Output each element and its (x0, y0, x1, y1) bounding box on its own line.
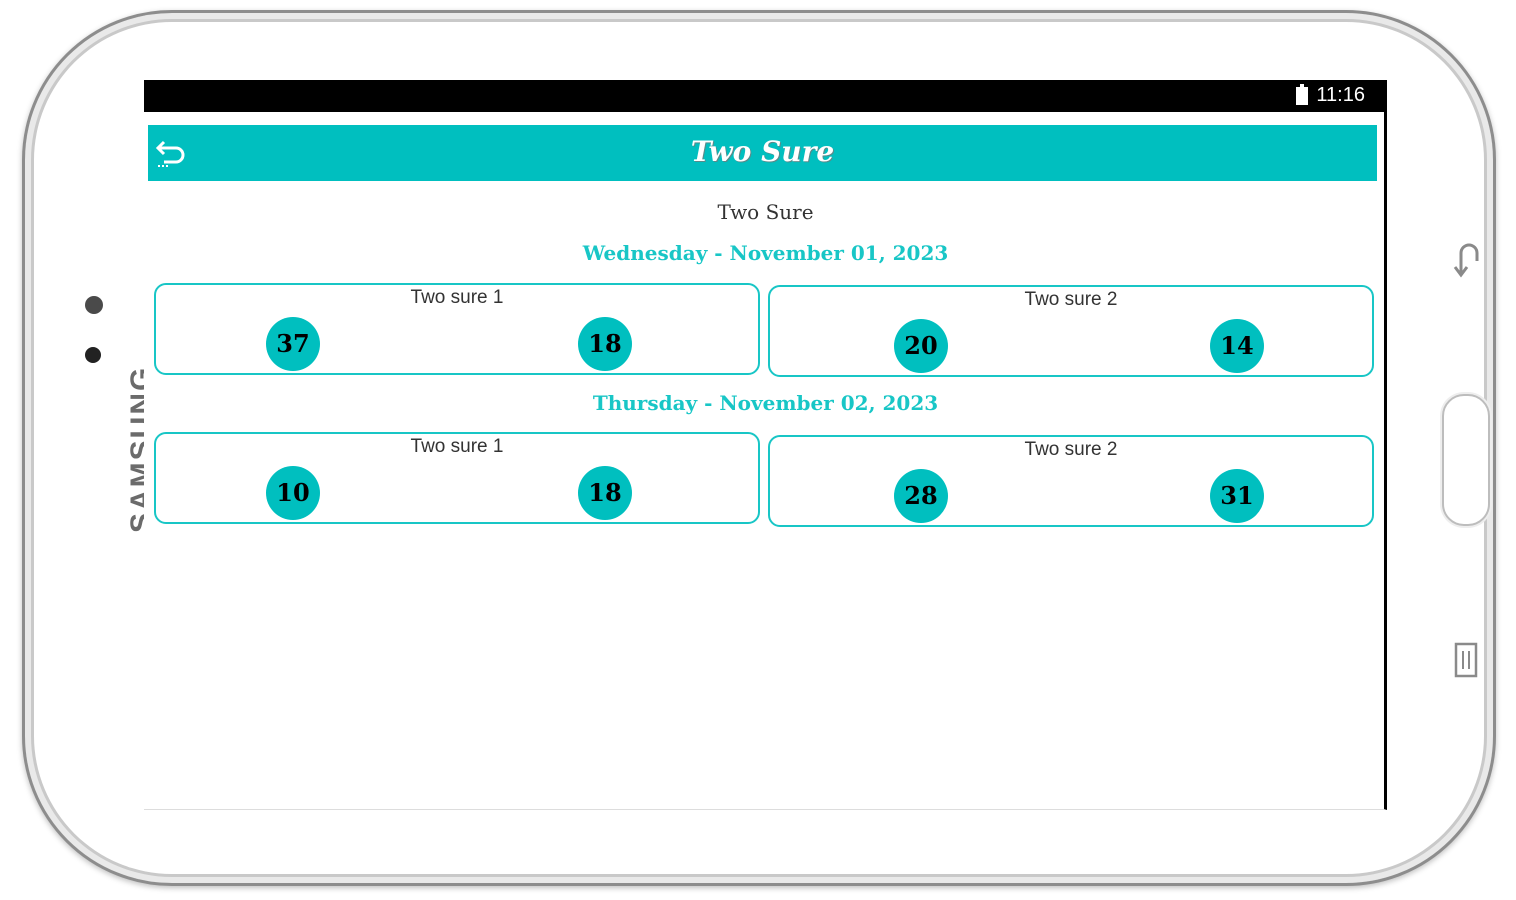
hardware-back-icon[interactable] (1451, 241, 1481, 281)
two-sure-card-4[interactable]: Two sure 2 28 31 (768, 435, 1374, 527)
card-title: Two sure 2 (1024, 289, 1118, 310)
card-title: Two sure 1 (410, 436, 504, 457)
status-bar: 11:16 (144, 80, 1384, 112)
page-heading: Two Sure (717, 200, 814, 224)
hardware-menu-icon[interactable] (1453, 641, 1479, 679)
number-ball: 20 (894, 319, 948, 373)
day-label-1: Wednesday - November 01, 2023 (582, 241, 949, 265)
app-bar: Two Sure (148, 125, 1377, 181)
number-ball: 14 (1210, 319, 1264, 373)
two-sure-card-2[interactable]: Two sure 2 20 14 (768, 285, 1374, 377)
number-ball: 18 (578, 317, 632, 371)
card-title: Two sure 1 (410, 287, 504, 308)
light-sensor (85, 347, 101, 363)
status-time: 11:16 (1316, 84, 1365, 106)
card-title: Two sure 2 (1024, 439, 1118, 460)
battery-icon (1296, 83, 1309, 105)
number-ball: 10 (266, 466, 320, 520)
number-ball: 37 (266, 317, 320, 371)
number-ball: 31 (1210, 469, 1264, 523)
two-sure-card-3[interactable]: Two sure 1 10 18 (154, 432, 760, 524)
front-camera (85, 296, 103, 314)
hardware-home-button[interactable] (1442, 394, 1490, 526)
number-ball: 18 (578, 466, 632, 520)
number-ball: 28 (894, 469, 948, 523)
app-title: Two Sure (690, 135, 835, 168)
day-label-2: Thursday - November 02, 2023 (592, 391, 939, 415)
device-screen: 11:16 Two Sure Two Sure Wednesday - Nove… (144, 80, 1387, 810)
two-sure-card-1[interactable]: Two sure 1 37 18 (154, 283, 760, 375)
